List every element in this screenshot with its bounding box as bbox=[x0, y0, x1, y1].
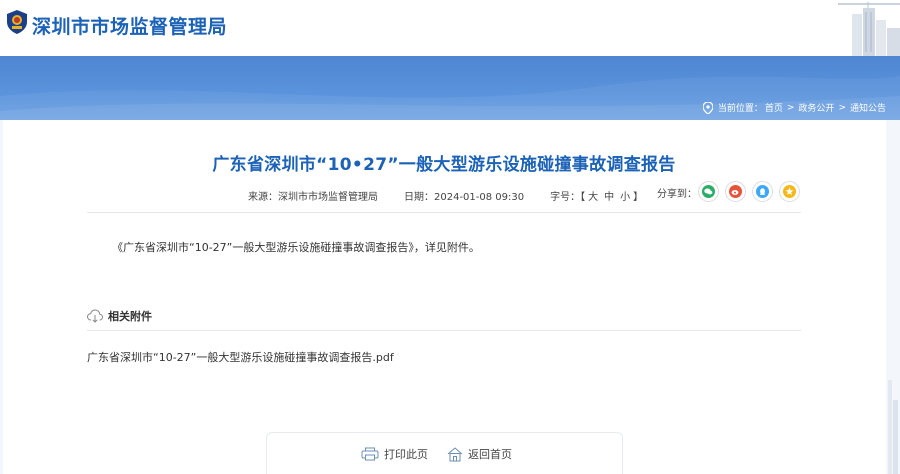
meta-divider bbox=[87, 212, 801, 213]
right-edge-decoration bbox=[888, 380, 898, 474]
location-pin-icon bbox=[702, 101, 713, 114]
printer-icon bbox=[361, 447, 379, 461]
print-page-label: 打印此页 bbox=[384, 448, 428, 461]
print-page-button[interactable]: 打印此页 bbox=[361, 446, 428, 462]
attachment-file-link[interactable]: 广东省深圳市“10-27”一般大型游乐设施碰撞事故调查报告.pdf bbox=[87, 349, 394, 365]
attachments-divider bbox=[87, 330, 801, 331]
font-size-control: 字号：【大中小】 bbox=[550, 188, 643, 203]
article-title: 广东省深圳市“10•27”一般大型游乐设施碰撞事故调查报告 bbox=[212, 155, 676, 175]
source-label: 来源： bbox=[248, 192, 278, 203]
weibo-icon[interactable] bbox=[725, 181, 746, 202]
breadcrumb-home[interactable]: 首页 bbox=[765, 101, 783, 114]
return-home-label: 返回首页 bbox=[468, 448, 512, 461]
breadcrumb-notices[interactable]: 通知公告 bbox=[850, 101, 886, 114]
attachments-title: 相关附件 bbox=[108, 310, 152, 323]
font-size-label: 字号： bbox=[550, 192, 581, 203]
qzone-icon[interactable] bbox=[779, 181, 800, 202]
emblem-logo-icon[interactable] bbox=[5, 9, 29, 35]
date-value: 2024-01-08 09:30 bbox=[434, 192, 525, 203]
source-meta: 来源：深圳市市场监督管理局 bbox=[248, 188, 378, 203]
wechat-icon[interactable] bbox=[698, 181, 719, 202]
breadcrumb-gov-affairs[interactable]: 政务公开 bbox=[798, 101, 834, 114]
site-title[interactable]: 深圳市市场监督管理局 bbox=[32, 12, 227, 39]
source-value: 深圳市市场监督管理局 bbox=[278, 192, 378, 203]
home-icon bbox=[447, 446, 463, 461]
article-body: 《广东省深圳市“10-27”一般大型游乐设施碰撞事故调查报告》，详见附件。 bbox=[112, 241, 480, 254]
skyline-decoration bbox=[830, 0, 900, 56]
cloud-download-icon bbox=[87, 309, 103, 323]
qq-icon[interactable] bbox=[752, 181, 773, 202]
attachments-header: 相关附件 bbox=[87, 308, 152, 324]
font-size-small[interactable]: 小 bbox=[620, 192, 630, 203]
date-label: 日期： bbox=[404, 192, 434, 203]
breadcrumb-separator: > bbox=[786, 102, 795, 113]
return-home-button[interactable]: 返回首页 bbox=[447, 446, 512, 462]
font-bracket-open: 【 bbox=[580, 192, 586, 203]
breadcrumb: 当前位置： 首页 > 政务公开 > 通知公告 bbox=[702, 101, 886, 114]
bottom-actions-bar: 打印此页 返回首页 bbox=[266, 432, 623, 474]
breadcrumb-prefix: 当前位置： bbox=[717, 104, 763, 114]
article-meta: 来源：深圳市市场监督管理局 日期：2024-01-08 09:30 字号：【大中… bbox=[248, 188, 669, 203]
breadcrumb-separator: > bbox=[838, 102, 846, 113]
font-size-large[interactable]: 大 bbox=[588, 192, 598, 203]
share-label: 分享到： bbox=[657, 189, 697, 200]
font-bracket-close: 】 bbox=[633, 192, 644, 203]
top-header: 深圳市市场监督管理局 bbox=[0, 0, 900, 56]
share-icons bbox=[698, 181, 800, 202]
font-size-medium[interactable]: 中 bbox=[604, 192, 614, 203]
date-meta: 日期：2024-01-08 09:30 bbox=[404, 188, 524, 203]
